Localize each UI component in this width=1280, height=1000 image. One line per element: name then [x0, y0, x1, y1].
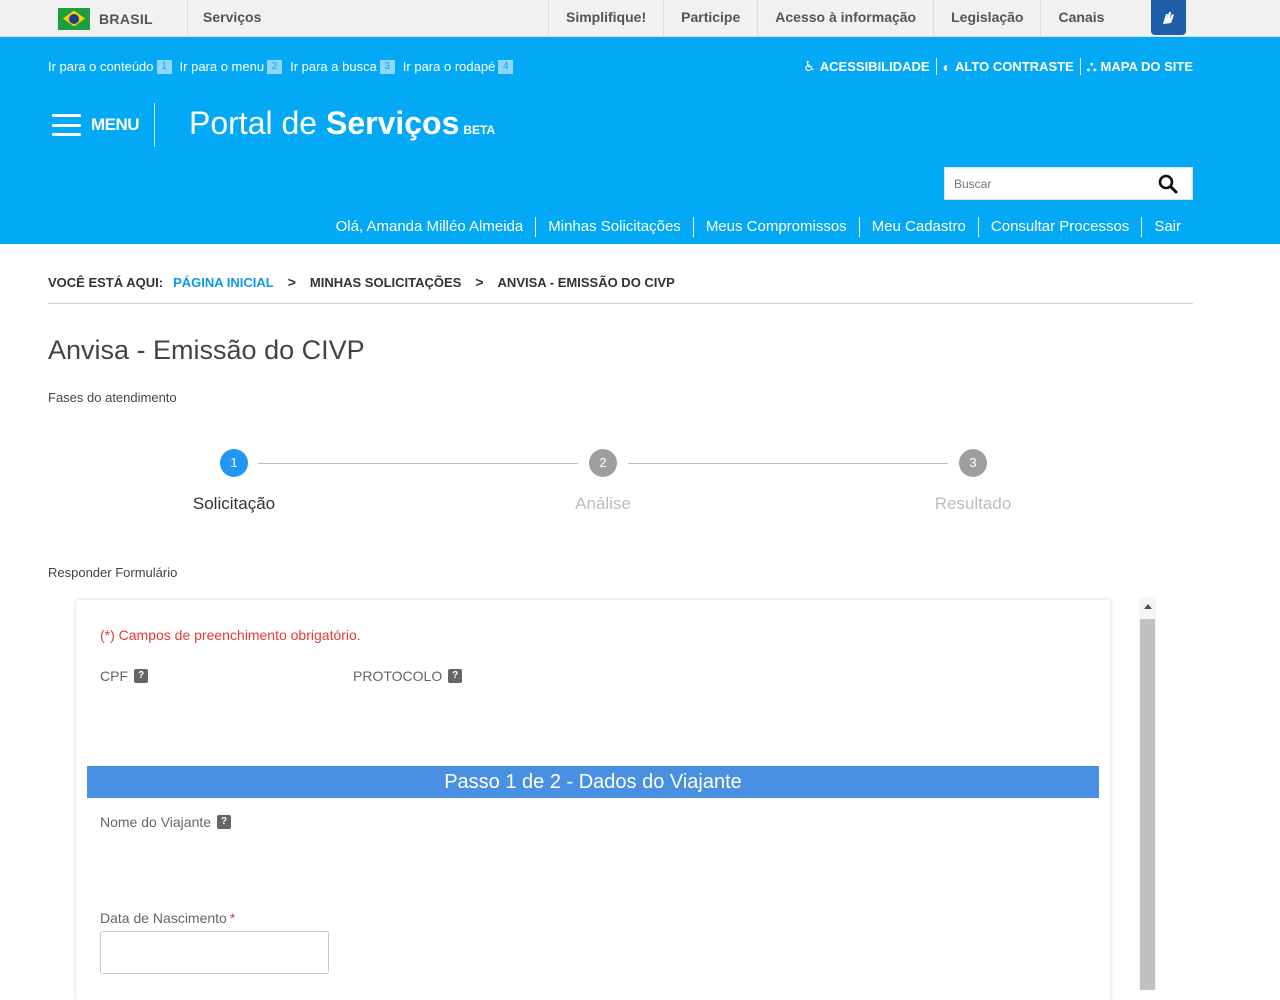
gov-servicos-link[interactable]: Serviços — [203, 0, 261, 37]
accessibility-link[interactable]: ♿ ACESSIBILIDADE — [797, 58, 937, 75]
nav-meus-compromissos[interactable]: Meus Compromissos — [694, 217, 860, 237]
search-input[interactable] — [945, 168, 1155, 199]
breadcrumb-prefix: VOCÊ ESTÁ AQUI: — [48, 274, 164, 290]
scroll-thumb[interactable] — [1140, 619, 1155, 990]
search-box — [944, 167, 1193, 200]
menu-button[interactable]: MENU — [52, 112, 140, 138]
nav-meu-cadastro[interactable]: Meu Cadastro — [860, 217, 979, 237]
skip-link-label: Ir para o rodapé — [402, 59, 496, 74]
search-icon[interactable] — [1158, 174, 1178, 194]
data-nascimento-input[interactable] — [100, 931, 329, 974]
beta-badge: BETA — [463, 123, 496, 137]
help-icon[interactable]: ? — [134, 669, 148, 683]
gov-link-simplifique[interactable]: Simplifique! — [548, 0, 663, 37]
nav-sair[interactable]: Sair — [1142, 217, 1193, 237]
menu-divider — [154, 103, 155, 147]
portal-title-thin: Portal de — [189, 105, 318, 141]
skip-key: 2 — [267, 59, 283, 74]
step-1-label: Solicitação — [192, 494, 276, 513]
skip-to-footer[interactable]: Ir para o rodapé 4 — [403, 59, 514, 74]
cpf-label: CPF ? — [100, 668, 148, 684]
form-section-label: Responder Formulário — [48, 565, 178, 580]
help-icon[interactable]: ? — [448, 669, 463, 683]
breadcrumb-home[interactable]: PÁGINA INICIAL — [173, 275, 274, 290]
gov-brasil-label: BRASIL — [99, 10, 153, 27]
skip-link-label: Ir para o conteúdo — [48, 59, 154, 74]
skip-to-menu[interactable]: Ir para o menu 2 — [180, 59, 283, 74]
page-title: Anvisa - Emissão do CIVP — [48, 335, 365, 365]
skip-key: 3 — [379, 59, 395, 74]
step-3-label: Resultado — [934, 494, 1012, 513]
nav-consultar-processos[interactable]: Consultar Processos — [979, 217, 1143, 237]
gov-brasil-link[interactable]: BRASIL — [48, 0, 188, 37]
gov-link-canais[interactable]: Canais — [1040, 0, 1121, 37]
protocolo-label: PROTOCOLO ? — [353, 668, 463, 684]
sitemap-link[interactable]: ⛬ MAPA DO SITE — [1081, 58, 1193, 75]
step-2-label: Análise — [575, 494, 631, 513]
stepper-line — [628, 463, 948, 464]
gov-bar: BRASIL Serviços Simplifique! Participe A… — [0, 0, 1280, 37]
cpf-label-text: CPF — [100, 668, 128, 684]
breadcrumb-current: ANVISA - EMISSÃO DO CIVP — [497, 274, 675, 290]
gov-links: Simplifique! Participe Acesso à informaç… — [548, 0, 1121, 37]
hamburger-icon — [52, 114, 81, 136]
required-notice: (*) Campos de preenchimento obrigatório. — [100, 627, 361, 643]
protocolo-label-text: PROTOCOLO — [353, 668, 443, 684]
portal-title-bold: Serviços — [325, 105, 460, 141]
high-contrast-link[interactable]: ◐ ALTO CONTRASTE — [937, 58, 1081, 75]
accessibility-links: ♿ ACESSIBILIDADE ◐ ALTO CONTRASTE ⛬ MAPA DO… — [797, 58, 1193, 75]
scroll-up-arrow-icon[interactable] — [1139, 597, 1156, 615]
user-nav: Olá, Amanda Milléo Almeida Minhas Solici… — [324, 217, 1193, 237]
skip-link-label: Ir para a busca — [290, 59, 377, 74]
site-header: Ir para o conteúdo 1 Ir para o menu 2 Ir p… — [0, 37, 1280, 244]
step-2-circle: 2 — [589, 449, 617, 477]
gov-link-participe[interactable]: Participe — [663, 0, 757, 37]
stepper-line — [258, 463, 578, 464]
skip-links: Ir para o conteúdo 1 Ir para o menu 2 Ir p… — [48, 59, 514, 74]
skip-key: 4 — [498, 59, 514, 74]
nav-minhas-solicitacoes[interactable]: Minhas Solicitações — [536, 217, 694, 237]
gov-link-acesso-informacao[interactable]: Acesso à informação — [757, 0, 933, 37]
step-1-circle: 1 — [220, 449, 248, 477]
breadcrumb-minhas-solicitacoes[interactable]: MINHAS SOLICITAÇÕES — [310, 275, 461, 290]
portal-logo[interactable]: Portal de Serviços BETA — [189, 103, 495, 150]
breadcrumb-separator-icon: > — [475, 274, 484, 290]
brazil-flag-icon — [58, 7, 90, 30]
form-scrollbar[interactable] — [1139, 597, 1156, 990]
skip-to-search[interactable]: Ir para a busca 3 — [290, 59, 395, 74]
form-step-header: Passo 1 de 2 - Dados do Viajante — [87, 766, 1099, 798]
menu-label: MENU — [91, 115, 140, 134]
sitemap-icon: ⛬ — [1086, 58, 1097, 74]
step-3-circle: 3 — [959, 449, 987, 477]
breadcrumb-divider — [48, 303, 1193, 304]
data-nascimento-label-text: Data de Nascimento — [100, 910, 227, 926]
help-icon[interactable]: ? — [217, 815, 232, 829]
user-greeting[interactable]: Olá, Amanda Milléo Almeida — [324, 217, 537, 237]
breadcrumb: VOCÊ ESTÁ AQUI: PÁGINA INICIAL > MINHAS … — [48, 274, 675, 290]
breadcrumb-separator-icon: > — [287, 274, 296, 290]
sitemap-label: MAPA DO SITE — [1100, 59, 1193, 74]
nome-viajante-label: Nome do Viajante ? — [100, 814, 232, 830]
form-card: (*) Campos de preenchimento obrigatório.… — [76, 600, 1110, 1000]
skip-key: 1 — [156, 59, 172, 74]
high-contrast-label: ALTO CONTRASTE — [955, 59, 1074, 74]
data-nascimento-label: Data de Nascimento * — [100, 910, 235, 926]
vlibras-hands-icon[interactable] — [1151, 0, 1186, 35]
accessibility-label: ACESSIBILIDADE — [819, 59, 930, 74]
required-mark: * — [229, 910, 236, 926]
skip-link-label: Ir para o menu — [179, 59, 265, 74]
contrast-icon: ◐ — [942, 58, 952, 75]
phases-label: Fases do atendimento — [48, 390, 177, 405]
skip-to-content[interactable]: Ir para o conteúdo 1 — [48, 59, 172, 74]
nome-viajante-label-text: Nome do Viajante — [100, 814, 212, 830]
gov-link-legislacao[interactable]: Legislação — [933, 0, 1040, 37]
wheelchair-icon: ♿ — [803, 58, 816, 74]
